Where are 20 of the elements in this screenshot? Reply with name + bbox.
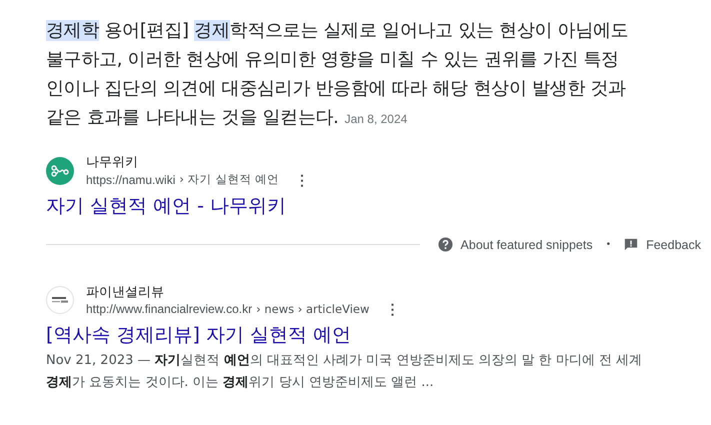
site-name: 나무위키 xyxy=(86,154,139,172)
more-options-button[interactable]: ⋮ xyxy=(290,172,313,186)
site-name: 파이낸셜리뷰 xyxy=(86,284,165,302)
result-title-link[interactable]: [역사속 경제리뷰] 자기 실현적 예언 xyxy=(46,322,351,348)
site-url: https://namu.wiki xyxy=(86,172,176,186)
more-options-button[interactable]: ⋮ xyxy=(381,302,404,316)
date-label: Jan 8, 2024 xyxy=(344,112,408,126)
separator-dot: • xyxy=(606,239,610,250)
site-logo-icon xyxy=(46,286,74,314)
result-title-link[interactable]: 자기 실현적 예언 - 나무위키 xyxy=(46,193,286,219)
site-url: http://www.financialreview.co.kr xyxy=(86,302,252,316)
feedback-icon[interactable] xyxy=(624,238,638,252)
result-snippet: Nov 21, 2023 — 자기실현적 예언의 대표적인 사례가 미국 연방준비제도 의장의 말 한 마디에 전 세계 경제가 요동치는 것이다. 이는 경제위기 당시 연방준비제도 앨런 ... xyxy=(46,353,642,390)
tree-logo-icon xyxy=(46,156,74,184)
breadcrumb-path: › 자기 실현적 예언 xyxy=(179,172,279,187)
breadcrumb-path: › news › articleView xyxy=(256,302,370,316)
feedback-link[interactable]: Feedback xyxy=(646,238,701,252)
about-snippets-link[interactable]: About featured snippets xyxy=(460,238,593,252)
snippet-text: 경제학 용어[편집] 경제학적으로는 실제로 일어나고 있는 현상이 아님에도 불구하고, 이러한 현상에 유의미한 영향을 미칠 수 있는 권위를 가진 특정 인이나 집단의 의견에 대중심리가 반응함에 따라 해당 현상이 발생한 것과 같은 효과를 나타내는 것을 일컫는다. Jan 8, 2024 xyxy=(46,19,630,130)
help-icon[interactable] xyxy=(438,237,453,252)
